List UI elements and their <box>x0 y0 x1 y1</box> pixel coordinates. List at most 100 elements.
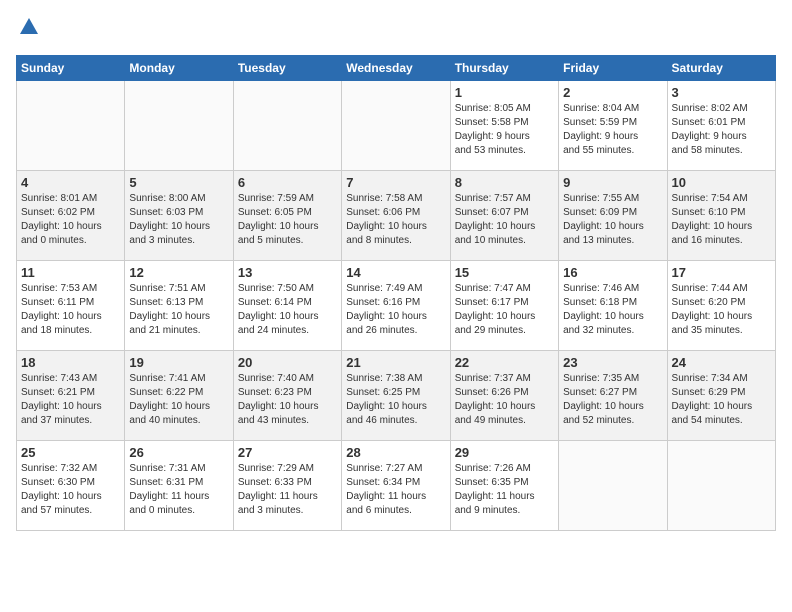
day-info: Sunrise: 7:58 AM Sunset: 6:06 PM Dayligh… <box>346 192 445 248</box>
day-number: 14 <box>346 265 445 280</box>
day-info: Sunrise: 7:47 AM Sunset: 6:17 PM Dayligh… <box>455 282 554 338</box>
calendar-cell <box>342 81 450 171</box>
calendar-cell <box>17 81 125 171</box>
day-info: Sunrise: 8:00 AM Sunset: 6:03 PM Dayligh… <box>129 192 228 248</box>
day-number: 10 <box>672 175 771 190</box>
day-info: Sunrise: 8:05 AM Sunset: 5:58 PM Dayligh… <box>455 102 554 158</box>
day-info: Sunrise: 7:53 AM Sunset: 6:11 PM Dayligh… <box>21 282 120 338</box>
logo-general <box>16 25 40 42</box>
col-header-sunday: Sunday <box>17 56 125 81</box>
day-number: 28 <box>346 445 445 460</box>
calendar-cell: 23 Sunrise: 7:35 AM Sunset: 6:27 PM Dayli… <box>559 351 667 441</box>
logo-text <box>16 16 40 43</box>
calendar-cell: 29 Sunrise: 7:26 AM Sunset: 6:35 PM Dayli… <box>450 441 558 531</box>
day-number: 18 <box>21 355 120 370</box>
page-header <box>16 16 776 43</box>
calendar-cell: 6 Sunrise: 7:59 AM Sunset: 6:05 PM Daylig… <box>233 171 341 261</box>
calendar-cell: 24 Sunrise: 7:34 AM Sunset: 6:29 PM Dayli… <box>667 351 775 441</box>
calendar-cell: 11 Sunrise: 7:53 AM Sunset: 6:11 PM Dayli… <box>17 261 125 351</box>
week-row-2: 4 Sunrise: 8:01 AM Sunset: 6:02 PM Daylig… <box>17 171 776 261</box>
calendar-cell <box>125 81 233 171</box>
day-number: 6 <box>238 175 337 190</box>
day-number: 15 <box>455 265 554 280</box>
day-info: Sunrise: 7:27 AM Sunset: 6:34 PM Dayligh… <box>346 462 445 518</box>
calendar-cell: 4 Sunrise: 8:01 AM Sunset: 6:02 PM Daylig… <box>17 171 125 261</box>
day-number: 25 <box>21 445 120 460</box>
calendar-cell: 5 Sunrise: 8:00 AM Sunset: 6:03 PM Daylig… <box>125 171 233 261</box>
day-info: Sunrise: 7:34 AM Sunset: 6:29 PM Dayligh… <box>672 372 771 428</box>
calendar-cell: 7 Sunrise: 7:58 AM Sunset: 6:06 PM Daylig… <box>342 171 450 261</box>
calendar-cell: 12Sunrise: 7:51 AM Sunset: 6:13 PM Dayli… <box>125 261 233 351</box>
day-number: 29 <box>455 445 554 460</box>
day-number: 8 <box>455 175 554 190</box>
col-header-tuesday: Tuesday <box>233 56 341 81</box>
calendar-cell: 27Sunrise: 7:29 AM Sunset: 6:33 PM Dayli… <box>233 441 341 531</box>
calendar-cell <box>233 81 341 171</box>
day-number: 4 <box>21 175 120 190</box>
day-info: Sunrise: 7:59 AM Sunset: 6:05 PM Dayligh… <box>238 192 337 248</box>
calendar-cell: 14 Sunrise: 7:49 AM Sunset: 6:16 PM Dayli… <box>342 261 450 351</box>
calendar-cell: 19Sunrise: 7:41 AM Sunset: 6:22 PM Dayli… <box>125 351 233 441</box>
day-info: Sunrise: 7:57 AM Sunset: 6:07 PM Dayligh… <box>455 192 554 248</box>
week-row-1: 1 Sunrise: 8:05 AM Sunset: 5:58 PM Daylig… <box>17 81 776 171</box>
col-header-wednesday: Wednesday <box>342 56 450 81</box>
week-row-4: 18 Sunrise: 7:43 AM Sunset: 6:21 PM Dayli… <box>17 351 776 441</box>
week-row-3: 11 Sunrise: 7:53 AM Sunset: 6:11 PM Dayli… <box>17 261 776 351</box>
calendar-cell: 20 Sunrise: 7:40 AM Sunset: 6:23 PM Dayli… <box>233 351 341 441</box>
day-info: Sunrise: 7:31 AM Sunset: 6:31 PM Dayligh… <box>129 462 228 518</box>
day-number: 12 <box>129 265 228 280</box>
calendar-cell: 21 Sunrise: 7:38 AM Sunset: 6:25 PM Dayli… <box>342 351 450 441</box>
day-number: 23 <box>563 355 662 370</box>
day-info: Sunrise: 7:40 AM Sunset: 6:23 PM Dayligh… <box>238 372 337 428</box>
calendar-cell: 10 Sunrise: 7:54 AM Sunset: 6:10 PM Dayli… <box>667 171 775 261</box>
day-number: 24 <box>672 355 771 370</box>
day-info: Sunrise: 7:54 AM Sunset: 6:10 PM Dayligh… <box>672 192 771 248</box>
day-number: 17 <box>672 265 771 280</box>
day-number: 1 <box>455 85 554 100</box>
day-info: Sunrise: 7:55 AM Sunset: 6:09 PM Dayligh… <box>563 192 662 248</box>
col-header-monday: Monday <box>125 56 233 81</box>
calendar-cell: 17 Sunrise: 7:44 AM Sunset: 6:20 PM Dayli… <box>667 261 775 351</box>
header-row: SundayMondayTuesdayWednesdayThursdayFrid… <box>17 56 776 81</box>
day-number: 20 <box>238 355 337 370</box>
day-info: Sunrise: 7:32 AM Sunset: 6:30 PM Dayligh… <box>21 462 120 518</box>
day-info: Sunrise: 8:02 AM Sunset: 6:01 PM Dayligh… <box>672 102 771 158</box>
day-number: 27 <box>238 445 337 460</box>
day-number: 5 <box>129 175 228 190</box>
calendar-cell: 15 Sunrise: 7:47 AM Sunset: 6:17 PM Dayli… <box>450 261 558 351</box>
calendar-cell: 26 Sunrise: 7:31 AM Sunset: 6:31 PM Dayli… <box>125 441 233 531</box>
day-info: Sunrise: 8:01 AM Sunset: 6:02 PM Dayligh… <box>21 192 120 248</box>
calendar-cell: 2 Sunrise: 8:04 AM Sunset: 5:59 PM Daylig… <box>559 81 667 171</box>
day-number: 26 <box>129 445 228 460</box>
calendar-cell: 28 Sunrise: 7:27 AM Sunset: 6:34 PM Dayli… <box>342 441 450 531</box>
calendar-table: SundayMondayTuesdayWednesdayThursdayFrid… <box>16 55 776 531</box>
day-info: Sunrise: 7:38 AM Sunset: 6:25 PM Dayligh… <box>346 372 445 428</box>
col-header-friday: Friday <box>559 56 667 81</box>
col-header-saturday: Saturday <box>667 56 775 81</box>
calendar-cell: 9Sunrise: 7:55 AM Sunset: 6:09 PM Daylig… <box>559 171 667 261</box>
day-info: Sunrise: 7:41 AM Sunset: 6:22 PM Dayligh… <box>129 372 228 428</box>
day-number: 3 <box>672 85 771 100</box>
day-info: Sunrise: 7:37 AM Sunset: 6:26 PM Dayligh… <box>455 372 554 428</box>
day-info: Sunrise: 7:50 AM Sunset: 6:14 PM Dayligh… <box>238 282 337 338</box>
calendar-cell: 18 Sunrise: 7:43 AM Sunset: 6:21 PM Dayli… <box>17 351 125 441</box>
col-header-thursday: Thursday <box>450 56 558 81</box>
day-info: Sunrise: 7:26 AM Sunset: 6:35 PM Dayligh… <box>455 462 554 518</box>
day-number: 2 <box>563 85 662 100</box>
calendar-cell: 8 Sunrise: 7:57 AM Sunset: 6:07 PM Daylig… <box>450 171 558 261</box>
day-number: 22 <box>455 355 554 370</box>
day-info: Sunrise: 7:35 AM Sunset: 6:27 PM Dayligh… <box>563 372 662 428</box>
calendar-cell <box>559 441 667 531</box>
week-row-5: 25 Sunrise: 7:32 AM Sunset: 6:30 PM Dayli… <box>17 441 776 531</box>
day-info: Sunrise: 7:46 AM Sunset: 6:18 PM Dayligh… <box>563 282 662 338</box>
day-number: 7 <box>346 175 445 190</box>
day-number: 11 <box>21 265 120 280</box>
day-info: Sunrise: 7:43 AM Sunset: 6:21 PM Dayligh… <box>21 372 120 428</box>
logo <box>16 16 40 43</box>
day-number: 21 <box>346 355 445 370</box>
calendar-cell: 1 Sunrise: 8:05 AM Sunset: 5:58 PM Daylig… <box>450 81 558 171</box>
day-info: Sunrise: 7:44 AM Sunset: 6:20 PM Dayligh… <box>672 282 771 338</box>
day-info: Sunrise: 7:49 AM Sunset: 6:16 PM Dayligh… <box>346 282 445 338</box>
day-number: 16 <box>563 265 662 280</box>
day-info: Sunrise: 8:04 AM Sunset: 5:59 PM Dayligh… <box>563 102 662 158</box>
